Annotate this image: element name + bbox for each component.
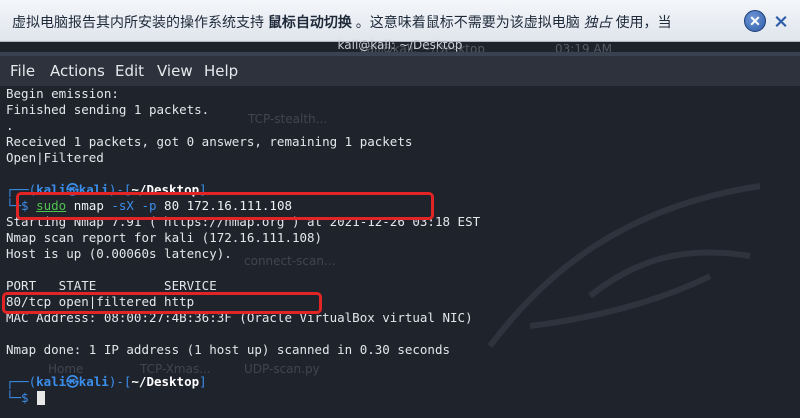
output-line: .: [6, 118, 14, 133]
output-line: Host is up (0.00060s latency).: [6, 246, 232, 261]
terminal-window: kali@kali: ~/Desktop File Actions Edit V…: [0, 38, 800, 418]
menu-actions[interactable]: Actions: [50, 62, 105, 80]
notification-text-part: 使用，当: [615, 14, 672, 30]
terminal-title: kali@kali: ~/Desktop: [337, 38, 463, 52]
notification-text-part: 虚拟电脑报告其内所安装的操作系统支持: [12, 14, 264, 30]
menu-file[interactable]: File: [10, 62, 35, 80]
background-file-label: connect-scan...: [244, 254, 336, 268]
menu-help[interactable]: Help: [204, 62, 238, 80]
notification-text-part: 。这意味着鼠标不需要为该虚拟电脑: [355, 14, 580, 30]
notification-bold-text: 鼠标自动切换: [267, 14, 352, 30]
background-file-label: UDP-scan.py: [244, 362, 320, 376]
shell-prompt: ┌──(kali㉿kali)-[~/Desktop]: [6, 374, 207, 390]
notification-italic-text: 独占: [583, 14, 612, 30]
output-line: Nmap scan report for kali (172.16.111.10…: [6, 230, 323, 245]
command-highlight-box: [16, 192, 434, 220]
close-notification-icon[interactable]: ⨯: [770, 10, 792, 32]
output-line: Begin emission:: [6, 86, 119, 101]
result-highlight-box: [2, 292, 322, 314]
terminal-cursor: [37, 391, 45, 405]
prompt-border: ┌──(: [6, 374, 37, 389]
background-file-label: TCP-stealth...: [248, 112, 328, 126]
prompt-border: ]: [199, 374, 207, 389]
output-line: Nmap done: 1 IP address (1 host up) scan…: [6, 342, 451, 357]
virtualbox-notification-bar: 虚拟电脑报告其内所安装的操作系统支持 鼠标自动切换 。这意味着鼠标不需要为该虚拟…: [0, 0, 800, 42]
menu-view[interactable]: View: [157, 62, 193, 80]
output-line: Finished sending 1 packets.: [6, 102, 210, 117]
prompt-directory: ~/Desktop: [131, 374, 200, 389]
terminal-menubar: File Actions Edit View Help: [0, 56, 800, 86]
output-line: Received 1 packets, got 0 answers, remai…: [6, 134, 413, 149]
prompt-symbol: └─$: [6, 390, 37, 405]
notification-text: 虚拟电脑报告其内所安装的操作系统支持 鼠标自动切换 。这意味着鼠标不需要为该虚拟…: [12, 12, 672, 32]
prompt-border: )-[: [108, 374, 132, 389]
mouse-integration-info-icon[interactable]: ✕: [744, 10, 766, 32]
menu-edit[interactable]: Edit: [115, 62, 144, 80]
command-line: └─$: [6, 390, 36, 406]
prompt-user-host: kali㉿kali: [36, 374, 109, 389]
output-line: Open|Filtered: [6, 150, 104, 165]
terminal-output[interactable]: TCP-stealth... TCP-Xmas... Home connect-…: [0, 86, 800, 418]
kali-dragon-watermark-icon: [487, 183, 761, 348]
